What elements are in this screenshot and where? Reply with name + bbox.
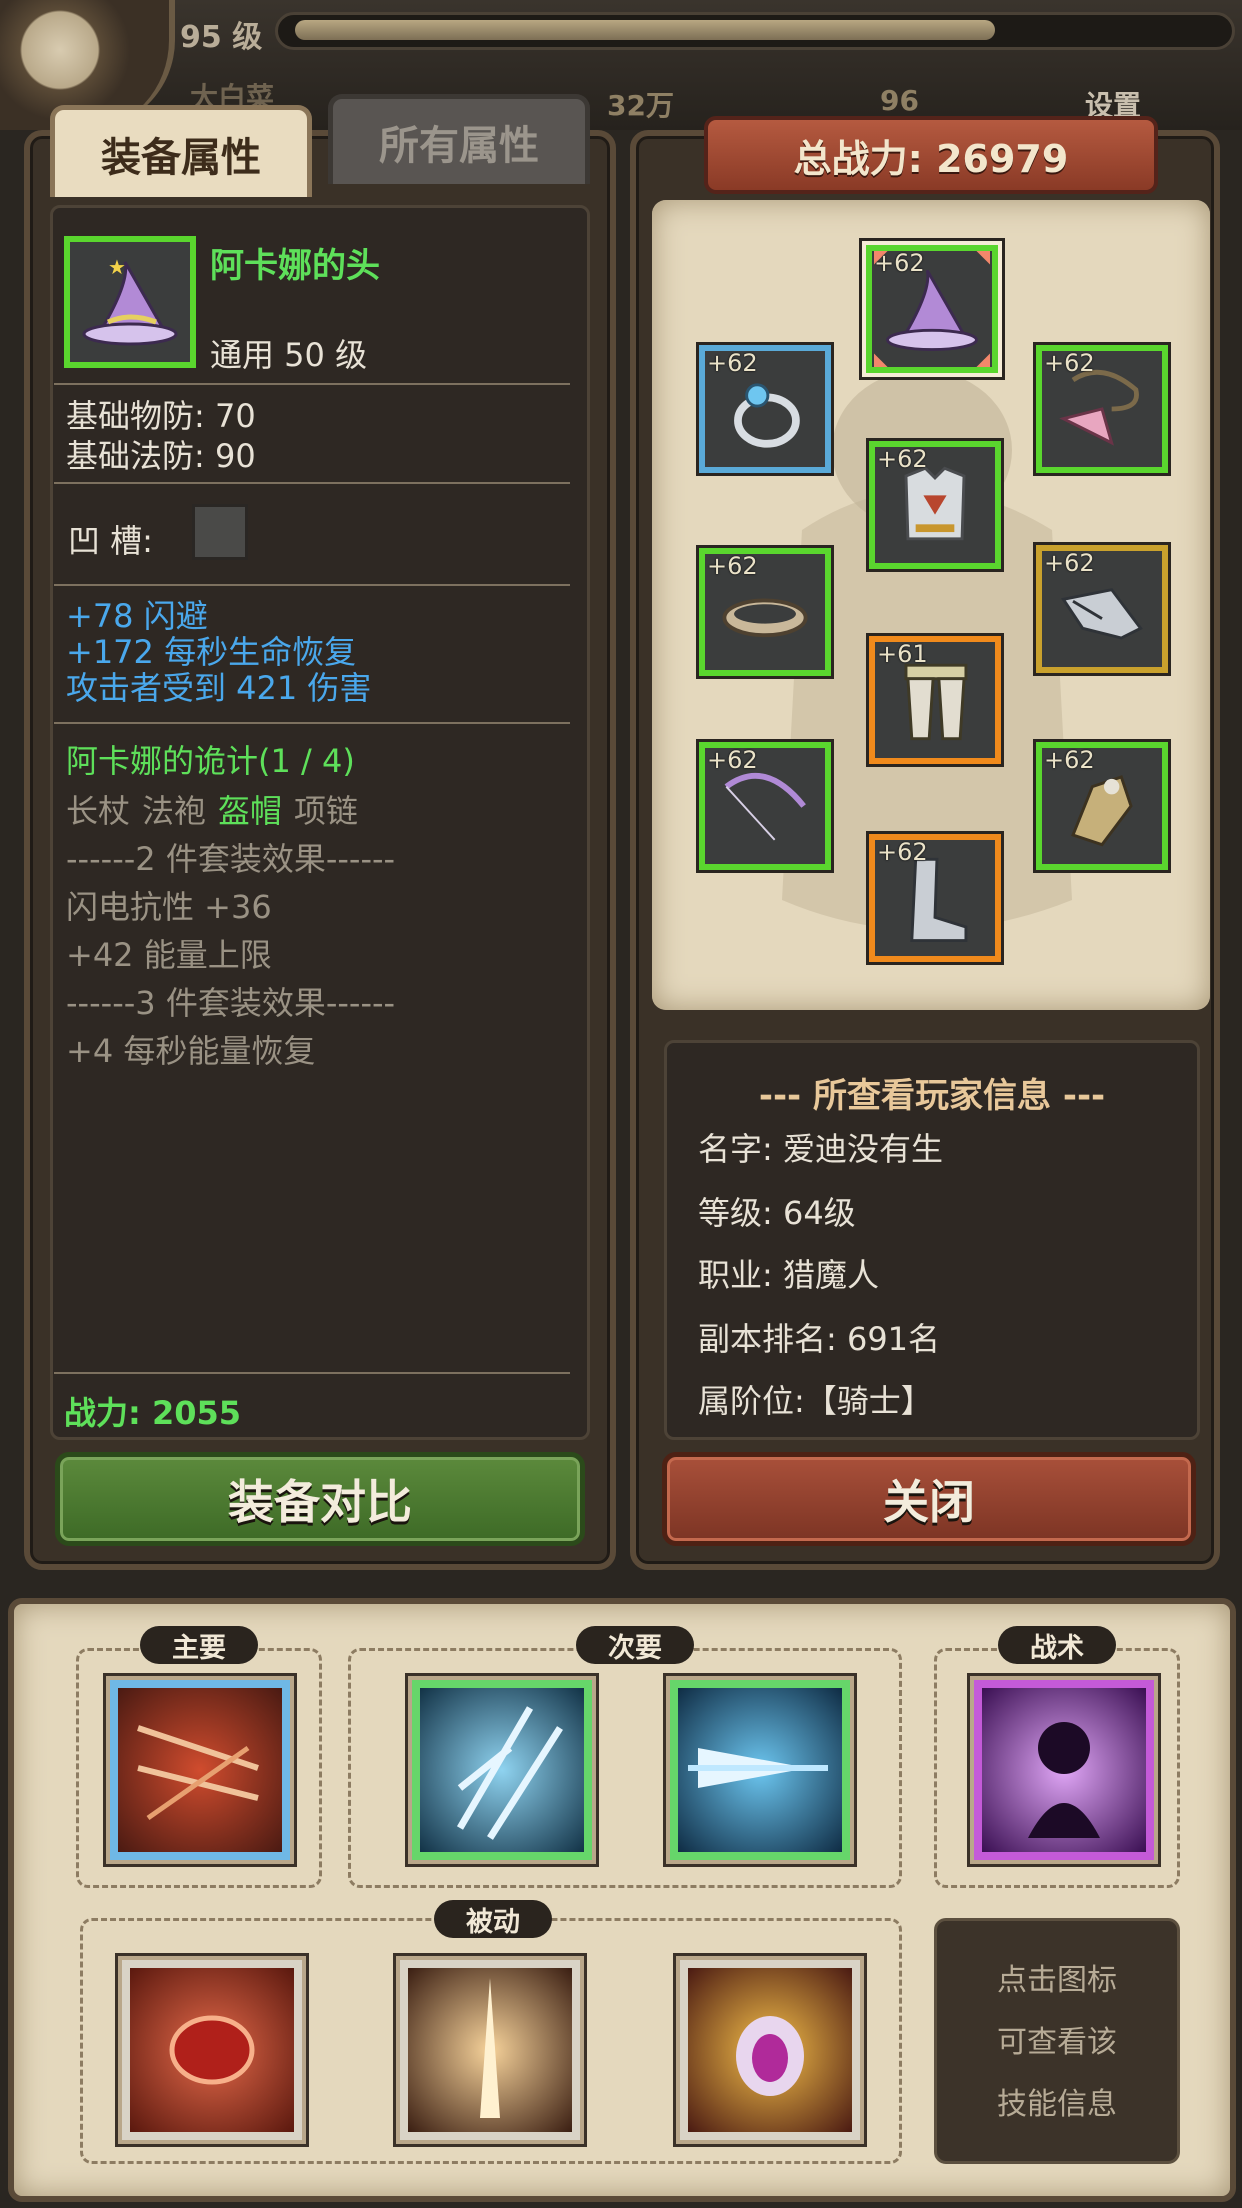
xp-bar-fill — [295, 20, 995, 40]
equip-slot-bow[interactable]: +62 — [699, 742, 831, 870]
player-rank-title-row: 属阶位:【骑士】 — [698, 1382, 933, 1420]
total-power-banner: 总战力: 26979 — [704, 116, 1158, 194]
set-name: 阿卡娜的诡计(1 / 4) — [66, 742, 355, 780]
player-class-row: 职业: 猎魔人 — [698, 1256, 879, 1294]
primary-skill-label: 主要 — [140, 1626, 258, 1664]
ice-arrows-skill-icon — [456, 1706, 563, 1840]
divider — [54, 584, 570, 586]
divider — [54, 722, 570, 724]
skill-hint-line-3: 技能信息 — [997, 2087, 1117, 2122]
item-type-level: 通用 50 级 — [210, 336, 368, 374]
set-2-effect-1: 闪电抗性 +36 — [66, 888, 272, 926]
set-part-robe: 法袍 — [142, 792, 207, 830]
tactic-skill-slot[interactable] — [974, 1680, 1154, 1860]
light-burst-skill-icon — [480, 1978, 500, 2118]
player-level-row: 等级: 64级 — [698, 1194, 856, 1232]
item-power: 战力: 2055 — [64, 1394, 242, 1432]
bonus-thorns: 攻击者受到 421 伤害 — [66, 669, 372, 707]
bonus-dodge: +78 闪避 — [66, 597, 208, 635]
equip-slot-offhand[interactable]: +62 — [1036, 742, 1168, 870]
base-physical-defense: 基础物防: 70 — [66, 397, 256, 435]
skill-hint-line-1: 点击图标 — [997, 1963, 1117, 1998]
base-magic-defense: 基础法防: 90 — [66, 437, 256, 475]
divider — [54, 1372, 570, 1374]
set-parts: 长杖 法袍 盔帽 项链 — [66, 786, 358, 832]
player-info-title: --- 所查看玩家信息 --- — [758, 1076, 1106, 1116]
player-dungeon-rank-row: 副本排名: 691名 — [698, 1320, 941, 1358]
set-part-helmet: 盔帽 — [218, 792, 283, 830]
tab-equipment-attributes[interactable]: 装备属性 — [50, 105, 312, 197]
set-3-effect-1: +4 每秒能量恢复 — [66, 1032, 316, 1070]
tab-all-attributes[interactable]: 所有属性 — [328, 94, 590, 184]
close-button[interactable]: 关闭 — [662, 1452, 1196, 1546]
secondary-skill-slot-2[interactable] — [670, 1680, 850, 1860]
secondary-skill-label: 次要 — [576, 1626, 694, 1664]
gold-amount: 32万 — [607, 89, 674, 122]
skill-hint-line-2: 可查看该 — [997, 2025, 1117, 2060]
divider — [54, 482, 570, 484]
socket-label: 凹 槽: — [68, 522, 153, 560]
skill-hint-text: 点击图标 可查看该 技能信息 — [934, 1950, 1180, 2136]
primary-skill-slot[interactable] — [110, 1680, 290, 1860]
equip-slot-armor[interactable]: +62 — [869, 441, 1001, 569]
demon-eye-skill-icon — [736, 2016, 804, 2096]
passive-skill-label: 被动 — [434, 1900, 552, 1938]
equip-slot-helmet[interactable]: +62 — [866, 245, 998, 373]
item-icon-slot[interactable]: ★ — [64, 236, 196, 368]
equip-slot-pants[interactable]: +61 — [869, 636, 1001, 764]
arrow-volley-skill-icon — [137, 1725, 259, 1821]
set-3-header: ------3 件套装效果------ — [66, 984, 396, 1022]
equip-slot-belt[interactable]: +62 — [699, 548, 831, 676]
passive-skill-slot-1[interactable] — [122, 1960, 302, 2140]
player-name-row: 名字: 爱迪没有生 — [698, 1130, 943, 1168]
blood-cell-skill-icon — [169, 2015, 255, 2085]
equip-slot-gloves[interactable]: +62 — [1036, 545, 1168, 673]
compare-equipment-button[interactable]: 装备对比 — [55, 1452, 585, 1546]
player-level: 95 级 — [180, 20, 263, 55]
set-part-staff: 长杖 — [66, 792, 131, 830]
tactic-skill-label: 战术 — [998, 1626, 1116, 1664]
passive-skill-slot-2[interactable] — [400, 1960, 580, 2140]
secondary-skill-slot-1[interactable] — [412, 1680, 592, 1860]
set-part-necklace: 项链 — [294, 792, 359, 830]
equip-slot-boots[interactable]: +62 — [869, 834, 1001, 962]
divider — [54, 383, 570, 385]
shadow-clone-skill-icon — [1028, 1722, 1100, 1838]
piercing-arrow-skill-icon — [688, 1748, 828, 1788]
socket-slot[interactable] — [192, 504, 248, 560]
set-2-header: ------2 件套装效果------ — [66, 840, 396, 878]
bonus-hp-regen: +172 每秒生命恢复 — [66, 633, 357, 671]
equip-slot-ring[interactable]: +62 — [699, 345, 831, 473]
passive-skill-slot-3[interactable] — [680, 1960, 860, 2140]
svg-text:★: ★ — [108, 255, 126, 279]
equip-slot-necklace[interactable]: +62 — [1036, 345, 1168, 473]
set-2-effect-2: +42 能量上限 — [66, 936, 272, 974]
wizard-hat-icon: ★ — [82, 255, 178, 346]
item-name: 阿卡娜的头 — [210, 246, 380, 286]
gem-amount: 96 — [880, 84, 919, 117]
